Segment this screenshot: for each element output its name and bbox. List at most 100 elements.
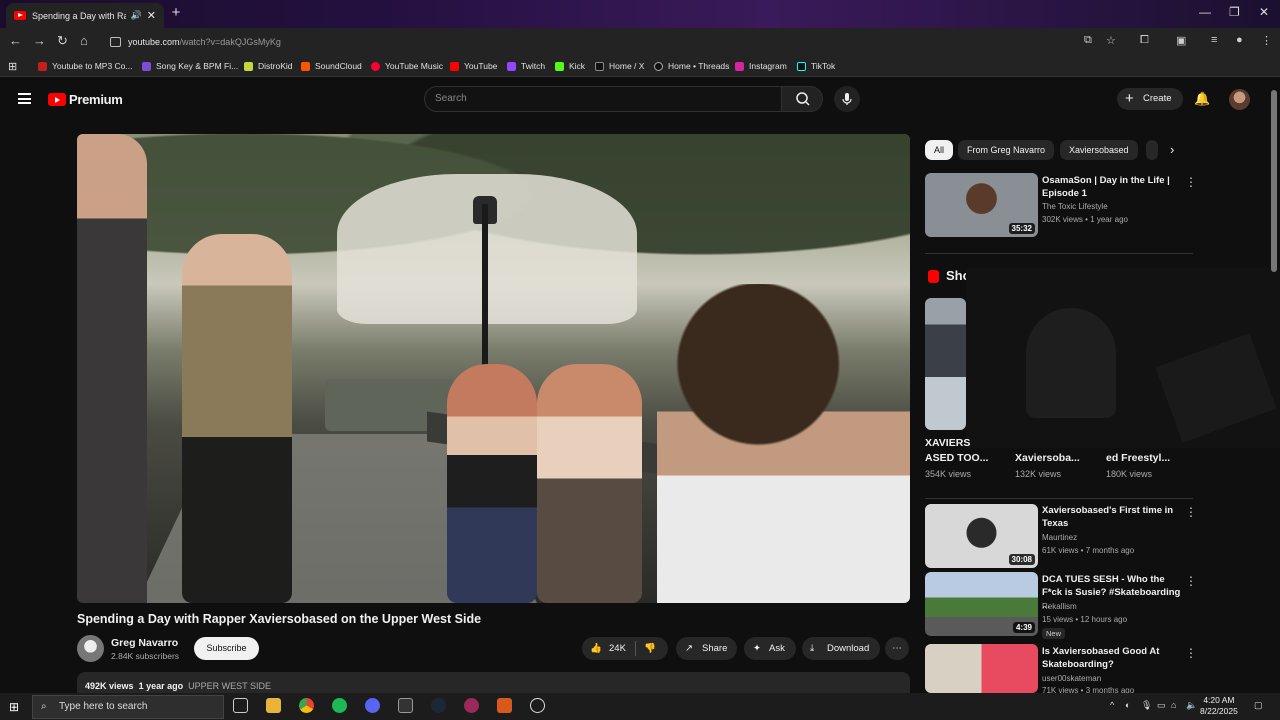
steam-icon[interactable] <box>431 698 446 713</box>
chevron-right-icon[interactable]: › <box>1170 142 1174 157</box>
more-actions-icon[interactable]: ⋯ <box>885 637 909 660</box>
video-thumbnail[interactable]: 35:32 <box>925 173 1038 237</box>
windows-start-icon[interactable]: ⊞ <box>9 700 19 714</box>
short-thumbnail[interactable] <box>925 298 966 430</box>
bookmark-item[interactable]: Twitch <box>507 61 545 71</box>
bookmark-item[interactable]: Home • Threads <box>654 61 729 71</box>
extensions-icon[interactable]: ⧠ <box>1140 34 1149 47</box>
epic-games-icon[interactable] <box>398 698 413 713</box>
forward-icon[interactable]: → <box>33 33 46 48</box>
account-avatar[interactable] <box>1229 89 1250 110</box>
download-button[interactable]: ⤓ Download <box>802 637 880 660</box>
channel-avatar[interactable] <box>77 635 104 662</box>
bookmark-item[interactable]: TikTok <box>797 61 835 71</box>
sidebar-icon[interactable]: ▣ <box>1176 34 1186 47</box>
bookmark-item[interactable]: Kick <box>555 61 585 71</box>
tray-battery-icon[interactable]: ▭ <box>1157 700 1166 711</box>
search-button[interactable] <box>781 86 823 112</box>
task-view-icon[interactable] <box>233 698 248 713</box>
app-icon[interactable] <box>530 698 545 713</box>
speaker-icon[interactable]: 🔊 <box>131 10 142 21</box>
recommended-title[interactable]: Is Xaviersobased Good At Skateboarding? <box>1042 645 1182 671</box>
minimize-icon[interactable]: — <box>1199 5 1211 19</box>
new-tab-button[interactable]: + <box>168 5 184 21</box>
bookmark-star-icon[interactable]: ☆ <box>1106 34 1116 47</box>
cast-icon[interactable]: ⧉ <box>1084 34 1092 47</box>
more-options-icon[interactable]: ⋮ <box>1185 574 1197 588</box>
apps-icon[interactable]: ⊞ <box>8 60 17 73</box>
voice-search-button[interactable] <box>834 86 860 112</box>
ask-button[interactable]: ✦ Ask <box>744 637 796 660</box>
restore-icon[interactable]: ❐ <box>1229 5 1240 19</box>
network-icon[interactable]: ⌂ <box>1171 700 1176 710</box>
search-input[interactable]: Search <box>424 86 782 112</box>
recommended-title[interactable]: Xaviersobased's First time in Texas <box>1042 504 1182 530</box>
more-options-icon[interactable]: ⋮ <box>1185 175 1197 189</box>
menu-icon[interactable]: ⋮ <box>1261 34 1272 47</box>
spotify-icon[interactable] <box>332 698 347 713</box>
chip-from-channel[interactable]: From Greg Navarro <box>958 140 1055 160</box>
profile-icon[interactable]: ● <box>1236 34 1243 46</box>
youtube-logo[interactable]: Premium <box>48 92 123 107</box>
app-icon[interactable] <box>464 698 479 713</box>
taskbar-clock[interactable]: 4:20 AM 8/22/2025 <box>1200 695 1238 717</box>
clock-date: 8/22/2025 <box>1200 706 1238 716</box>
like-icon[interactable]: 👍 <box>590 637 602 660</box>
notifications-bell-icon[interactable]: 🔔 <box>1194 91 1210 107</box>
url-host: youtube.com <box>128 37 180 47</box>
recommended-title[interactable]: OsamaSon | Day in the Life | Episode 1 <box>1042 174 1182 200</box>
tray-microphone-icon[interactable]: 🎙 <box>1141 700 1152 711</box>
page-scrollbar[interactable] <box>1271 90 1277 272</box>
bookmark-item[interactable]: Instagram <box>735 61 787 71</box>
bookmark-item[interactable]: YouTube <box>450 61 497 71</box>
recommended-channel[interactable]: user00skateman <box>1042 674 1101 683</box>
bookmark-item[interactable]: Song Key & BPM Fi... <box>142 61 238 71</box>
address-bar[interactable]: youtube.com/watch?v=dakQJGsMyKg <box>104 33 1124 51</box>
video-thumbnail[interactable]: 4:39 <box>925 572 1038 636</box>
chip-partial[interactable] <box>1146 140 1158 160</box>
media-icon[interactable]: ≡ <box>1211 34 1217 46</box>
more-options-icon[interactable]: ⋮ <box>1185 505 1197 519</box>
back-icon[interactable]: ← <box>9 33 22 48</box>
tray-chevron-icon[interactable]: ^ <box>1110 700 1114 710</box>
app-icon[interactable] <box>497 698 512 713</box>
taskbar-search-input[interactable]: ⌕ Type here to search <box>32 695 224 719</box>
home-icon[interactable]: ⌂ <box>80 33 88 48</box>
site-info-icon[interactable] <box>110 37 121 47</box>
file-explorer-icon[interactable] <box>266 698 281 713</box>
share-button[interactable]: ↗ Share <box>676 637 737 660</box>
dislike-icon[interactable]: 👎 <box>644 637 656 660</box>
close-tab-icon[interactable]: ✕ <box>147 9 156 22</box>
browser-tab[interactable]: Spending a Day with Rapper Xaviersobased… <box>6 3 164 28</box>
menu-hamburger-icon[interactable] <box>18 93 31 104</box>
video-thumbnail[interactable] <box>925 644 1038 693</box>
subscribe-button[interactable]: Subscribe <box>194 637 259 660</box>
chip-all[interactable]: All <box>925 140 954 160</box>
recommended-channel[interactable]: The Toxic Lifestyle <box>1042 202 1108 211</box>
chrome-icon[interactable] <box>299 698 314 713</box>
chip-xaviersobased[interactable]: Xaviersobased <box>1060 140 1138 160</box>
bookmark-item[interactable]: YouTube Music <box>371 61 443 71</box>
short-title[interactable]: XAVIERS ASED TOO... <box>925 436 988 466</box>
bookmark-item[interactable]: DistroKid <box>244 61 292 71</box>
like-count[interactable]: 24K <box>609 637 626 660</box>
create-button[interactable]: Create <box>1117 88 1183 110</box>
channel-name[interactable]: Greg Navarro <box>111 637 178 649</box>
short-title[interactable]: Xaviersoba... <box>1015 451 1080 466</box>
hashtag[interactable]: UPPER WEST SIDE <box>188 681 271 691</box>
close-window-icon[interactable]: ✕ <box>1259 5 1269 19</box>
tray-icon[interactable]: ◐ <box>1125 700 1130 710</box>
reload-icon[interactable]: ↻ <box>57 33 68 49</box>
video-thumbnail[interactable]: 30:08 <box>925 504 1038 568</box>
short-title[interactable]: ed Freestyl... <box>1106 451 1170 466</box>
bookmark-item[interactable]: Youtube to MP3 Co... <box>38 61 133 71</box>
volume-icon[interactable]: 🔈 <box>1186 700 1197 711</box>
video-player[interactable] <box>77 134 910 603</box>
bookmark-item[interactable]: Home / X <box>595 61 644 71</box>
bookmark-item[interactable]: SoundCloud <box>301 61 362 71</box>
notification-center-icon[interactable]: ▢ <box>1254 700 1263 711</box>
discord-icon[interactable] <box>365 698 380 713</box>
recommended-channel[interactable]: Rekallism <box>1042 602 1077 611</box>
recommended-channel[interactable]: Maurtinez <box>1042 533 1077 542</box>
more-options-icon[interactable]: ⋮ <box>1185 646 1197 660</box>
